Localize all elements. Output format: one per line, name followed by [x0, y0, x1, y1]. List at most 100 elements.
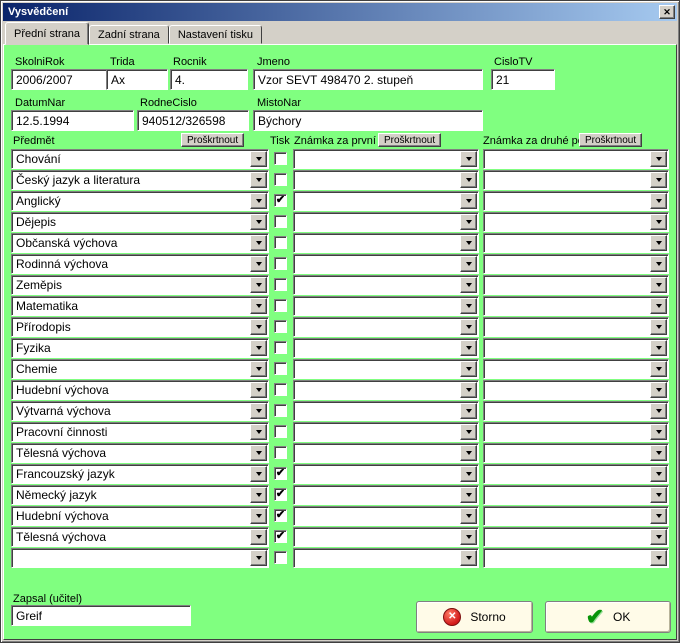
dropdown-arrow-icon[interactable] [460, 445, 477, 461]
dropdown-arrow-icon[interactable] [650, 382, 667, 398]
zapsal-field[interactable] [11, 605, 191, 626]
znamka-druhe-combobox[interactable] [483, 548, 669, 568]
dropdown-arrow-icon[interactable] [250, 193, 267, 209]
znamka-druhe-combobox[interactable] [483, 212, 669, 232]
znamka-prvni-combobox[interactable] [293, 359, 479, 379]
predmet-combobox[interactable]: Francouzský jazyk [11, 464, 269, 484]
dropdown-arrow-icon[interactable] [460, 151, 477, 167]
predmet-combobox[interactable]: Dějepis [11, 212, 269, 232]
dropdown-arrow-icon[interactable] [250, 445, 267, 461]
predmet-combobox[interactable]: Pracovní činnosti [11, 422, 269, 442]
rodnecislo-field[interactable] [137, 110, 249, 131]
dropdown-arrow-icon[interactable] [650, 214, 667, 230]
dropdown-arrow-icon[interactable] [250, 214, 267, 230]
znamka-prvni-combobox[interactable] [293, 380, 479, 400]
znamka-druhe-combobox[interactable] [483, 506, 669, 526]
dropdown-arrow-icon[interactable] [460, 340, 477, 356]
tisk-checkbox[interactable] [274, 383, 287, 396]
znamka-druhe-combobox[interactable] [483, 191, 669, 211]
dropdown-arrow-icon[interactable] [250, 235, 267, 251]
znamka-prvni-combobox[interactable] [293, 443, 479, 463]
dropdown-arrow-icon[interactable] [460, 256, 477, 272]
znamka-druhe-combobox[interactable] [483, 401, 669, 421]
dropdown-arrow-icon[interactable] [250, 151, 267, 167]
tisk-checkbox[interactable] [274, 236, 287, 249]
dropdown-arrow-icon[interactable] [650, 256, 667, 272]
znamka-prvni-combobox[interactable] [293, 254, 479, 274]
tisk-checkbox[interactable] [274, 215, 287, 228]
znamka-prvni-combobox[interactable] [293, 170, 479, 190]
dropdown-arrow-icon[interactable] [460, 424, 477, 440]
znamka-druhe-combobox[interactable] [483, 359, 669, 379]
predmet-combobox[interactable]: Fyzika [11, 338, 269, 358]
dropdown-arrow-icon[interactable] [460, 550, 477, 566]
dropdown-arrow-icon[interactable] [250, 298, 267, 314]
dropdown-arrow-icon[interactable] [460, 361, 477, 377]
dropdown-arrow-icon[interactable] [650, 151, 667, 167]
jmeno-field[interactable] [253, 69, 483, 90]
datumnar-field[interactable] [11, 110, 134, 131]
predmet-combobox[interactable]: Tělesná výchova [11, 443, 269, 463]
znamka-druhe-combobox[interactable] [483, 338, 669, 358]
predmet-combobox[interactable]: Hudební výchova [11, 506, 269, 526]
znamka-prvni-combobox[interactable] [293, 149, 479, 169]
znamka-prvni-combobox[interactable] [293, 338, 479, 358]
znamka-prvni-combobox[interactable] [293, 233, 479, 253]
dropdown-arrow-icon[interactable] [250, 277, 267, 293]
tisk-checkbox[interactable] [274, 551, 287, 564]
predmet-combobox[interactable]: Chování [11, 149, 269, 169]
dropdown-arrow-icon[interactable] [650, 487, 667, 503]
znamka-prvni-combobox[interactable] [293, 317, 479, 337]
znamka-druhe-combobox[interactable] [483, 422, 669, 442]
predmet-combobox[interactable]: Zeměpis [11, 275, 269, 295]
znamka-druhe-combobox[interactable] [483, 275, 669, 295]
dropdown-arrow-icon[interactable] [650, 172, 667, 188]
dropdown-arrow-icon[interactable] [460, 487, 477, 503]
dropdown-arrow-icon[interactable] [460, 193, 477, 209]
tisk-checkbox[interactable] [274, 425, 287, 438]
dropdown-arrow-icon[interactable] [460, 298, 477, 314]
dropdown-arrow-icon[interactable] [250, 508, 267, 524]
znamka-druhe-combobox[interactable] [483, 317, 669, 337]
dropdown-arrow-icon[interactable] [250, 319, 267, 335]
znamka-prvni-combobox[interactable] [293, 422, 479, 442]
dropdown-arrow-icon[interactable] [650, 298, 667, 314]
dropdown-arrow-icon[interactable] [460, 277, 477, 293]
storno-button[interactable]: ✕ Storno [416, 601, 533, 633]
predmet-combobox[interactable]: Chemie [11, 359, 269, 379]
znamka-druhe-combobox[interactable] [483, 254, 669, 274]
dropdown-arrow-icon[interactable] [250, 487, 267, 503]
predmet-combobox[interactable]: Přírodopis [11, 317, 269, 337]
dropdown-arrow-icon[interactable] [250, 466, 267, 482]
trida-field[interactable] [106, 69, 168, 90]
dropdown-arrow-icon[interactable] [650, 193, 667, 209]
dropdown-arrow-icon[interactable] [650, 445, 667, 461]
tisk-checkbox[interactable]: ✔ [274, 467, 287, 480]
mistonar-field[interactable] [253, 110, 483, 131]
dropdown-arrow-icon[interactable] [460, 319, 477, 335]
dropdown-arrow-icon[interactable] [250, 550, 267, 566]
dropdown-arrow-icon[interactable] [650, 235, 667, 251]
dropdown-arrow-icon[interactable] [460, 529, 477, 545]
znamka-druhe-combobox[interactable] [483, 380, 669, 400]
dropdown-arrow-icon[interactable] [650, 319, 667, 335]
dropdown-arrow-icon[interactable] [650, 361, 667, 377]
znamka-druhe-combobox[interactable] [483, 233, 669, 253]
tisk-checkbox[interactable]: ✔ [274, 194, 287, 207]
tisk-checkbox[interactable] [274, 152, 287, 165]
tisk-checkbox[interactable]: ✔ [274, 530, 287, 543]
znamka-druhe-combobox[interactable] [483, 296, 669, 316]
dropdown-arrow-icon[interactable] [460, 382, 477, 398]
predmet-combobox[interactable]: Matematika [11, 296, 269, 316]
znamka-druhe-combobox[interactable] [483, 149, 669, 169]
ok-button[interactable]: ✔ OK [545, 601, 671, 633]
proskrtnout-znamka-druhe-button[interactable]: Proškrtnout [579, 133, 642, 147]
znamka-druhe-combobox[interactable] [483, 527, 669, 547]
proskrtnout-znamka-prvni-button[interactable]: Proškrtnout [378, 133, 441, 147]
dropdown-arrow-icon[interactable] [460, 403, 477, 419]
predmet-combobox[interactable]: Anglický [11, 191, 269, 211]
dropdown-arrow-icon[interactable] [250, 256, 267, 272]
znamka-prvni-combobox[interactable] [293, 548, 479, 568]
tisk-checkbox[interactable] [274, 362, 287, 375]
znamka-druhe-combobox[interactable] [483, 443, 669, 463]
